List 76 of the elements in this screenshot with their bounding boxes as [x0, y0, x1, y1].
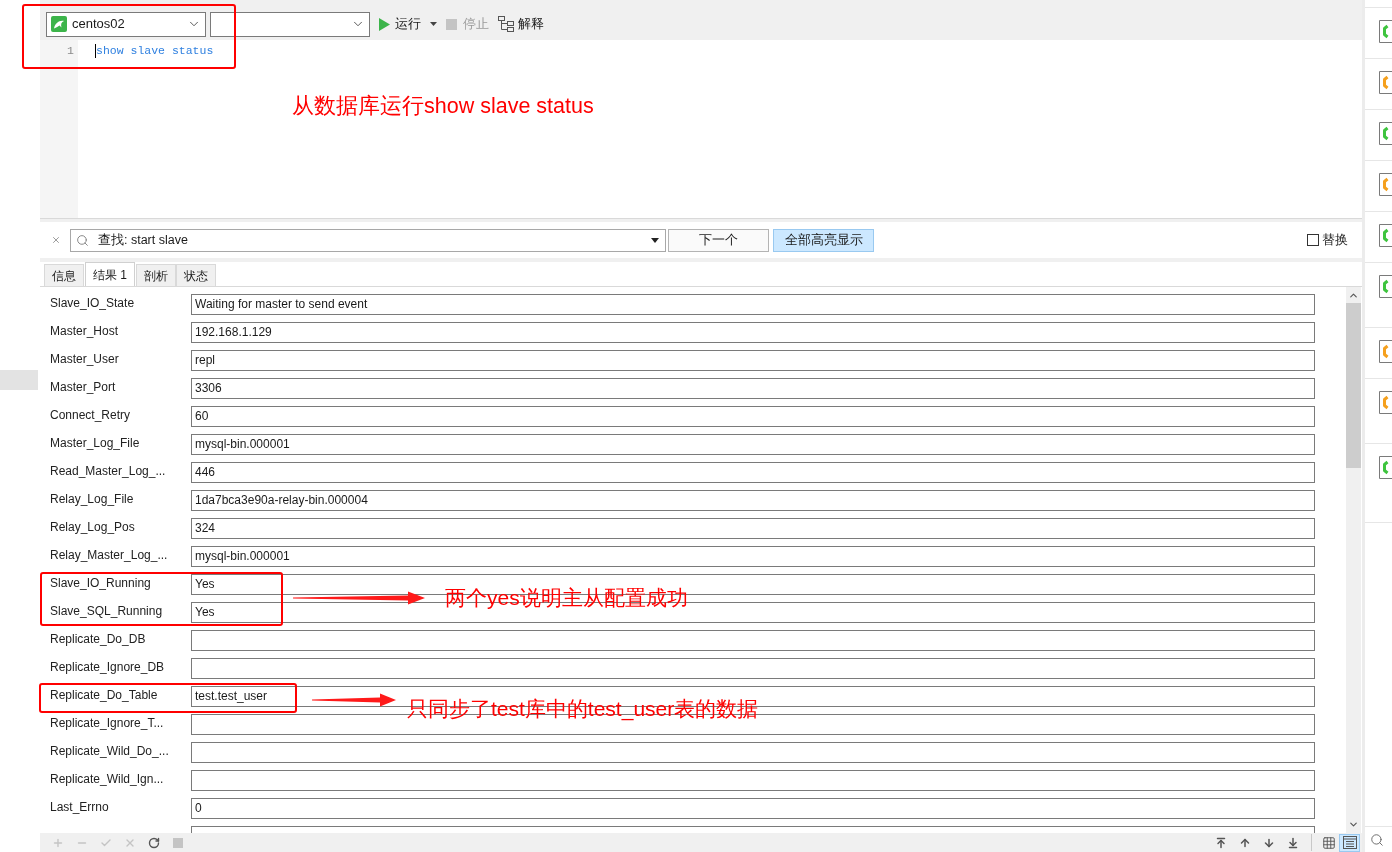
code-text: show slave status	[96, 43, 214, 59]
input-field[interactable]: mysql-bin.000001	[191, 434, 1315, 455]
tab[interactable]: 状态	[176, 264, 216, 286]
chevron-down-icon[interactable]	[1348, 819, 1359, 830]
input-field[interactable]: Waiting for master to send event	[191, 294, 1315, 315]
field-label: Relay_Log_Pos	[50, 519, 136, 534]
text-cursor	[95, 44, 96, 58]
find-button[interactable]: 全部高亮显示	[773, 228, 874, 252]
connection-select[interactable]: centos02	[46, 11, 206, 37]
search-icon	[1370, 832, 1384, 847]
close-icon	[51, 235, 61, 245]
arrow-up-icon	[1239, 836, 1251, 849]
input-field[interactable]: 0	[191, 798, 1315, 819]
field-label: Relay_Master_Log_...	[50, 547, 169, 562]
search-icon	[76, 233, 89, 247]
explain-button[interactable]: 解释	[498, 12, 544, 36]
input-field[interactable]: mysql-bin.000001	[191, 546, 1315, 567]
square-icon	[173, 837, 183, 848]
logo-icon	[51, 16, 67, 32]
input-field[interactable]: 3306	[191, 378, 1315, 399]
plus-icon	[52, 836, 64, 849]
annotation-text: 从数据库运行show slave status	[292, 93, 594, 119]
square-icon	[446, 18, 457, 30]
refresh-icon	[148, 836, 160, 849]
input-field[interactable]	[191, 658, 1315, 679]
field-label: Master_User	[50, 351, 120, 366]
input-field[interactable]: 324	[191, 518, 1315, 539]
arrow-up-to-line-icon	[1215, 836, 1227, 849]
caret-down-icon	[430, 22, 437, 26]
diagram-icon	[498, 16, 514, 32]
field-label: Replicate_Wild_Do_...	[50, 743, 170, 758]
field-label: Last_Errno	[50, 799, 110, 814]
input-field[interactable]: 192.168.1.129	[191, 322, 1315, 343]
run-button[interactable]: 运行	[379, 12, 437, 36]
field-label: Read_Master_Log_...	[50, 463, 167, 478]
field-label: Replicate_Wild_Ign...	[50, 771, 165, 786]
grid-icon	[1321, 835, 1336, 850]
list-icon	[1342, 836, 1357, 849]
search-field[interactable]: 查找: start slave	[70, 228, 666, 252]
input-field[interactable]	[191, 826, 1315, 833]
field-label: Replicate_Ignore_T...	[50, 715, 165, 730]
input-field[interactable]	[191, 770, 1315, 791]
field-label: Master_Log_File	[50, 435, 141, 450]
checkbox-label[interactable]: 替换	[1322, 230, 1348, 250]
input-field[interactable]: repl	[191, 350, 1315, 371]
highlight-bar	[0, 370, 38, 390]
checkbox[interactable]	[1307, 234, 1319, 246]
find-button[interactable]: 下一个	[668, 228, 769, 252]
field-label: Master_Port	[50, 379, 117, 394]
play-icon	[379, 17, 390, 31]
input-field[interactable]	[191, 630, 1315, 651]
tab[interactable]: 信息	[44, 264, 84, 286]
tab[interactable]: 结果 1	[85, 262, 135, 286]
field-label: Slave_IO_Running	[50, 575, 152, 590]
tab[interactable]: 剖析	[136, 264, 176, 286]
field-label: Slave_SQL_Running	[50, 603, 164, 618]
close-button[interactable]	[50, 234, 62, 246]
input-field[interactable]: 446	[191, 462, 1315, 483]
field-label: Replicate_Do_DB	[50, 631, 147, 646]
input-field[interactable]: 1da7bca3e90a-relay-bin.000004	[191, 490, 1315, 511]
field-label: Slave_IO_State	[50, 295, 136, 310]
field-label: Master_Host	[50, 323, 120, 338]
field-label: Replicate_Ignore_DB	[50, 659, 166, 674]
line-number: 1	[67, 43, 74, 59]
field-label: Connect_Retry	[50, 407, 132, 422]
field-label: Replicate_Do_Table	[50, 687, 159, 702]
scrollbar[interactable]	[1346, 287, 1361, 833]
field-label: Relay_Log_File	[50, 491, 135, 506]
caret-down-icon	[651, 237, 659, 243]
database-select[interactable]	[210, 11, 370, 37]
input-field[interactable]: 60	[191, 406, 1315, 427]
arrow-down-to-line-icon	[1287, 836, 1299, 849]
scroll-thumb[interactable]	[1346, 303, 1361, 468]
arrow-down-icon	[1263, 836, 1275, 849]
form-view-button[interactable]	[1339, 833, 1360, 852]
input-field[interactable]	[191, 742, 1315, 763]
